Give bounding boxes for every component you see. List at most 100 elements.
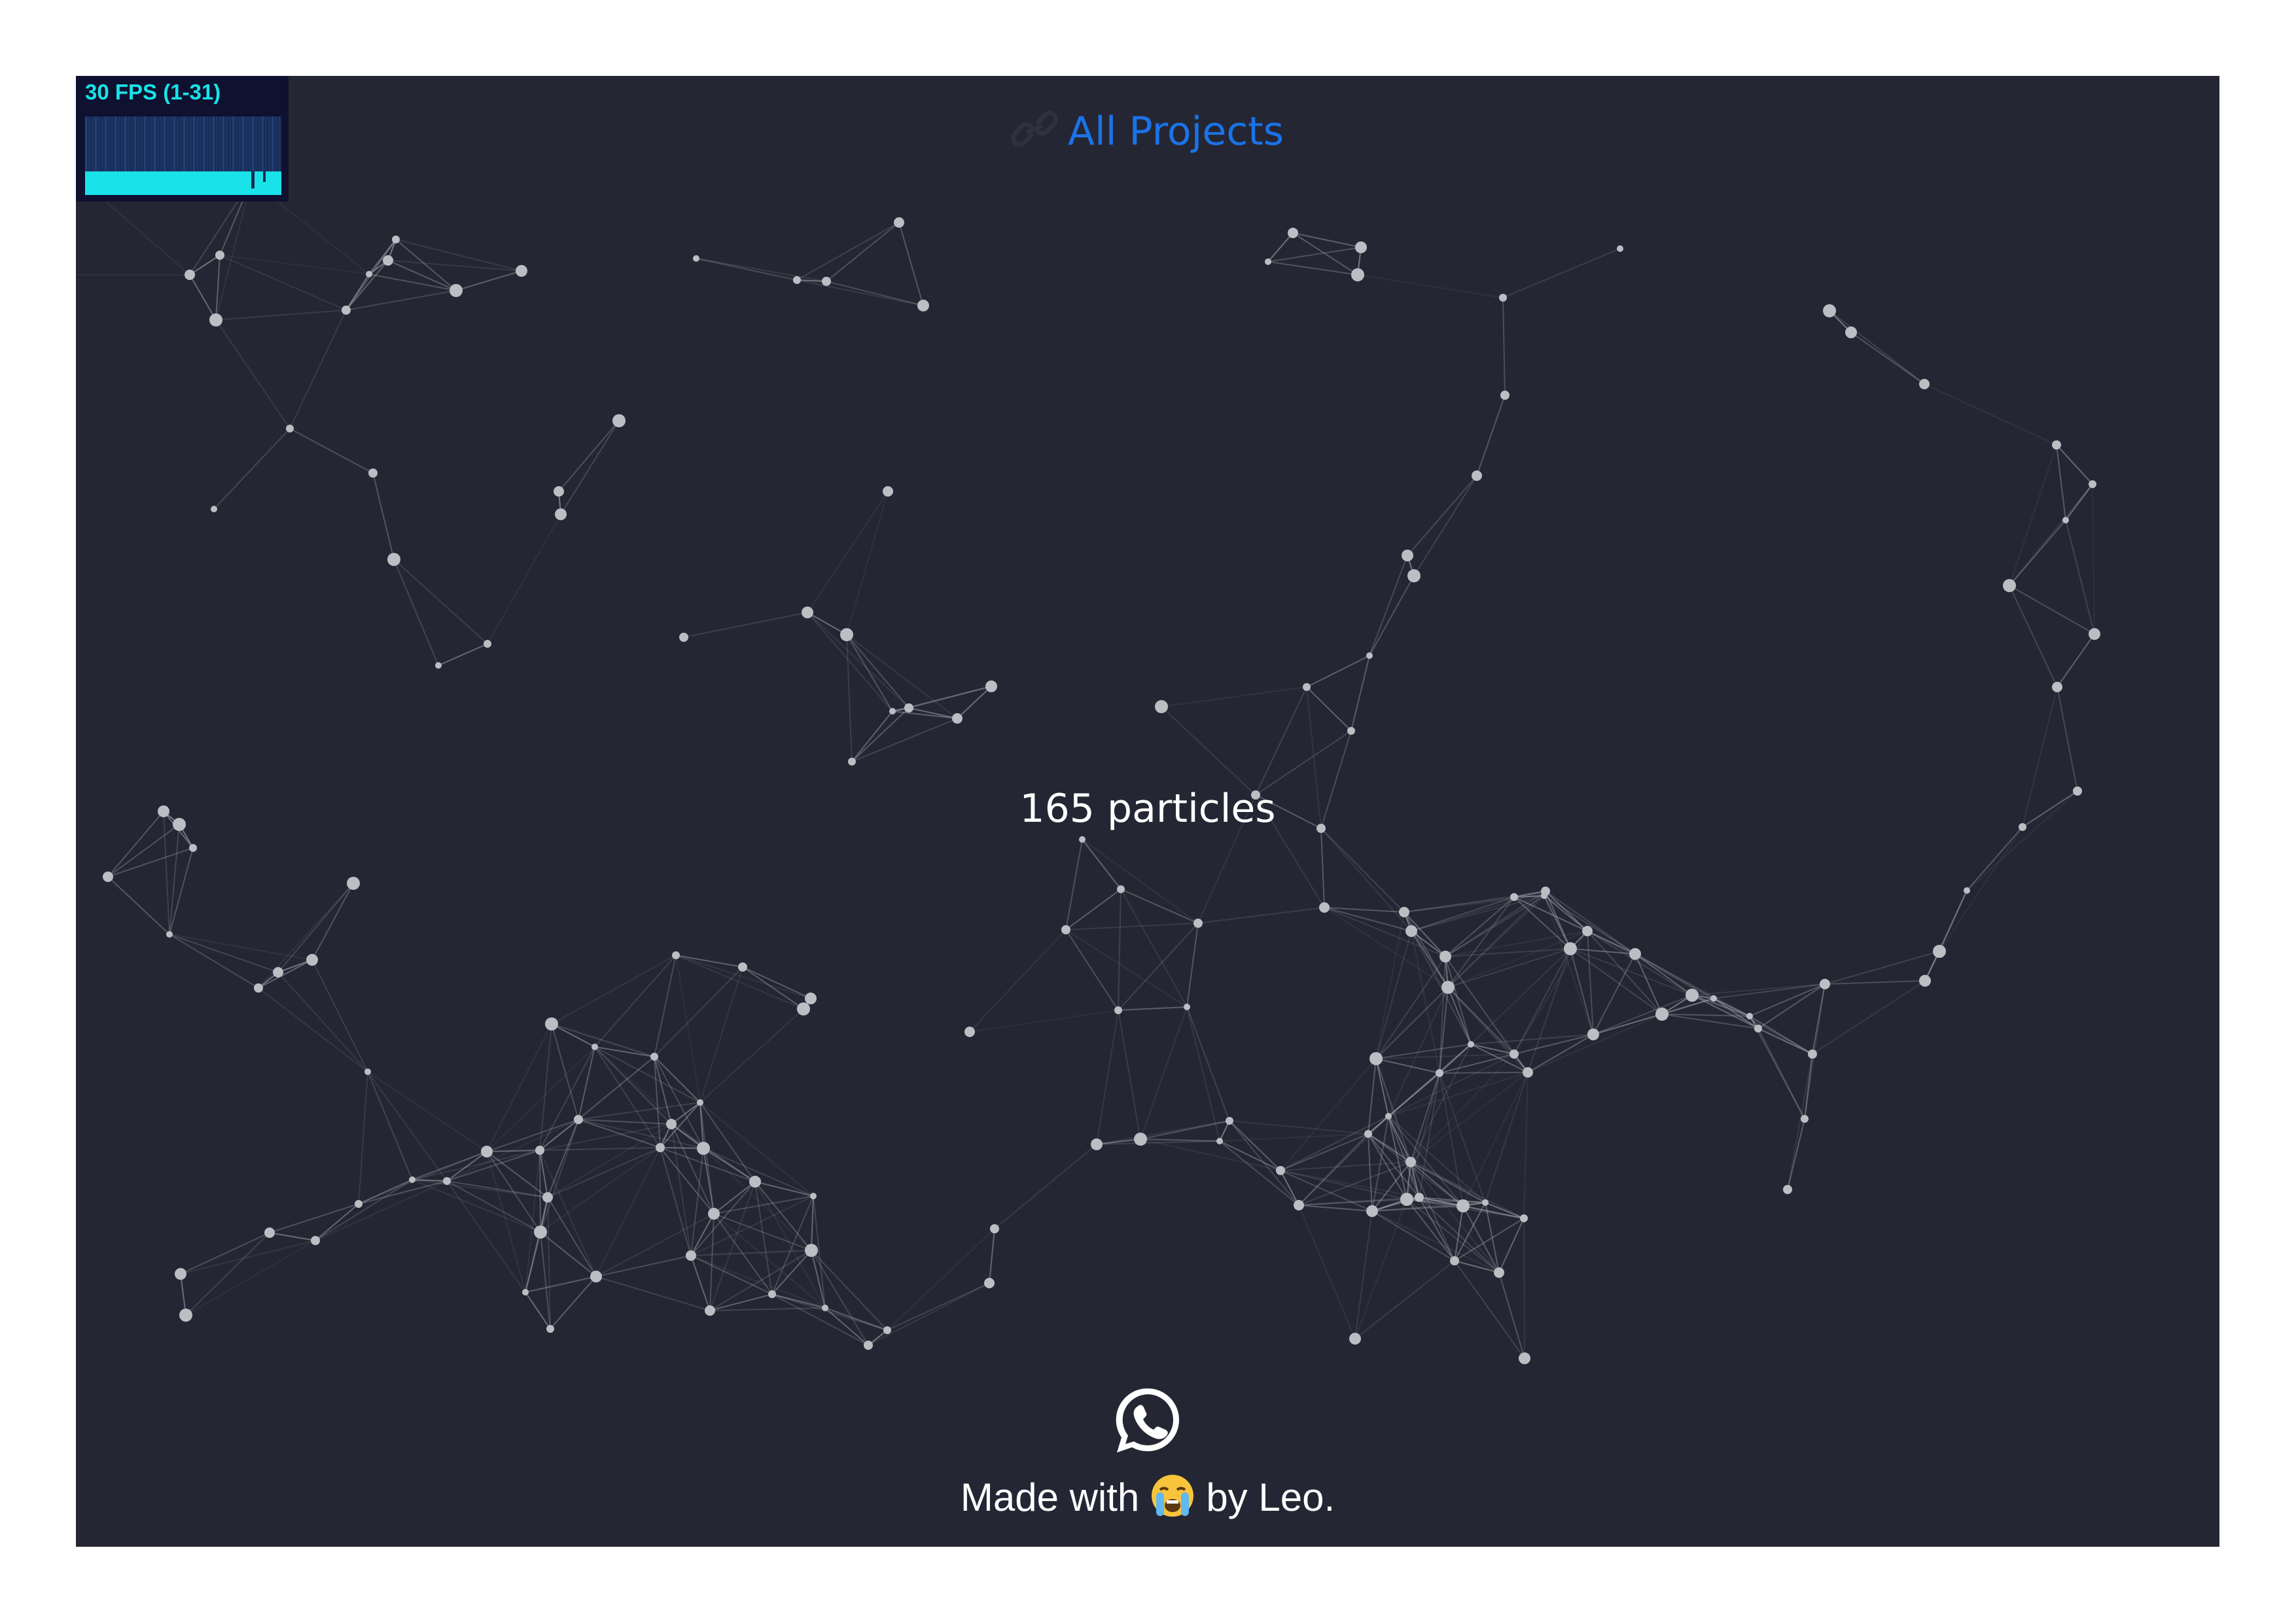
particle xyxy=(1319,902,1330,913)
particle-link xyxy=(1186,1006,1230,1121)
particle-link xyxy=(1812,980,1926,1055)
particle-link xyxy=(1368,1133,1373,1212)
particle-link xyxy=(258,883,354,989)
particle-link xyxy=(1527,1034,1594,1073)
particle-link xyxy=(269,1203,359,1233)
particle xyxy=(1061,925,1070,934)
particle-link xyxy=(1485,1202,1525,1219)
particle-link xyxy=(595,1255,692,1277)
particle-link xyxy=(1229,1120,1299,1206)
particle-link xyxy=(525,1150,540,1293)
particle-link xyxy=(811,1250,826,1309)
particle-link xyxy=(1161,686,1307,707)
particle-link xyxy=(1757,983,1826,1029)
particle xyxy=(175,1268,186,1280)
particle-link xyxy=(742,966,804,1010)
particle-link xyxy=(1447,987,1472,1045)
particle-link xyxy=(311,959,368,1072)
particle-link xyxy=(189,255,221,275)
particle xyxy=(984,1278,995,1288)
credit-prefix: Made with xyxy=(960,1475,1140,1519)
particle-link xyxy=(315,1203,359,1241)
particle-link xyxy=(486,1150,540,1152)
particle-link xyxy=(1375,930,1412,1059)
particle-link xyxy=(1065,923,1199,930)
app-frame: 30 FPS (1-31) All Projects 165 particles xyxy=(76,76,2219,1547)
fps-label: 30 FPS (1-31) xyxy=(85,80,221,104)
particle-link xyxy=(1470,948,1571,1045)
particle xyxy=(904,703,913,713)
particle-link xyxy=(1280,1170,1299,1206)
particle-link xyxy=(1368,1133,1407,1200)
particle xyxy=(1439,951,1451,962)
particle xyxy=(1303,683,1311,691)
particle-link xyxy=(2056,444,2093,485)
particle-link xyxy=(1454,1260,1525,1359)
particle-link xyxy=(393,559,439,666)
particle xyxy=(2052,682,2062,692)
particle-link xyxy=(1939,890,1968,952)
particle xyxy=(805,993,817,1004)
particle-link xyxy=(1118,1010,1141,1140)
particle-link xyxy=(1280,1058,1377,1171)
particle xyxy=(705,1305,715,1316)
particle-link xyxy=(1140,1138,1281,1171)
particle-link xyxy=(1324,907,1446,957)
whatsapp-button[interactable] xyxy=(1112,1384,1184,1456)
particle xyxy=(366,271,372,277)
particle-link xyxy=(1476,395,1506,476)
particle xyxy=(810,1193,817,1199)
particle-link xyxy=(969,1010,1119,1032)
particle-link xyxy=(690,1255,773,1295)
particle-link xyxy=(289,428,374,474)
particle-link xyxy=(558,420,620,492)
particle-link xyxy=(2009,585,2095,635)
particle-link xyxy=(796,222,900,281)
particle xyxy=(1276,1166,1285,1175)
particle-link xyxy=(1523,1218,1525,1359)
particle-link xyxy=(1161,706,1256,796)
particle xyxy=(383,255,393,266)
particle xyxy=(1482,1199,1489,1206)
particle-link xyxy=(215,319,291,429)
particle-link xyxy=(1120,889,1188,1008)
particle-link xyxy=(1966,826,2023,891)
particle-link xyxy=(560,420,620,515)
credit-suffix: by Leo. xyxy=(1206,1475,1335,1519)
particle xyxy=(708,1208,720,1220)
particle-link xyxy=(1498,1272,1525,1359)
particle-link xyxy=(107,824,180,877)
particle-link xyxy=(1661,998,1714,1015)
particle-link xyxy=(1267,261,1358,275)
particle-link xyxy=(1787,1053,1813,1190)
particle xyxy=(679,633,688,642)
particle xyxy=(516,265,527,277)
particle-link xyxy=(486,1151,526,1293)
particle-link xyxy=(367,1071,487,1152)
particle xyxy=(364,1068,371,1075)
particle-link xyxy=(1713,998,1750,1017)
particle xyxy=(797,1002,810,1015)
particle-link xyxy=(675,955,701,1103)
particle-link xyxy=(1082,839,1122,890)
particle-link xyxy=(315,1180,448,1241)
particle-link xyxy=(2065,520,2095,635)
particle xyxy=(666,1119,677,1129)
particle-link xyxy=(1829,310,1925,385)
particle-link xyxy=(824,1307,869,1346)
particle xyxy=(1441,981,1455,994)
particle xyxy=(793,276,801,284)
particle xyxy=(1582,926,1593,936)
particle xyxy=(864,1341,873,1350)
particle xyxy=(1655,1008,1669,1021)
particle xyxy=(990,1224,999,1233)
particle-link xyxy=(1354,1210,1373,1339)
all-projects-link[interactable]: All Projects xyxy=(76,109,2219,158)
particle xyxy=(1468,1041,1474,1048)
particle-link xyxy=(709,1213,715,1311)
particle-link xyxy=(989,1228,995,1284)
particle xyxy=(889,708,896,714)
particle xyxy=(1400,1193,1413,1206)
particle-link xyxy=(367,1071,448,1182)
particle xyxy=(1366,652,1373,659)
